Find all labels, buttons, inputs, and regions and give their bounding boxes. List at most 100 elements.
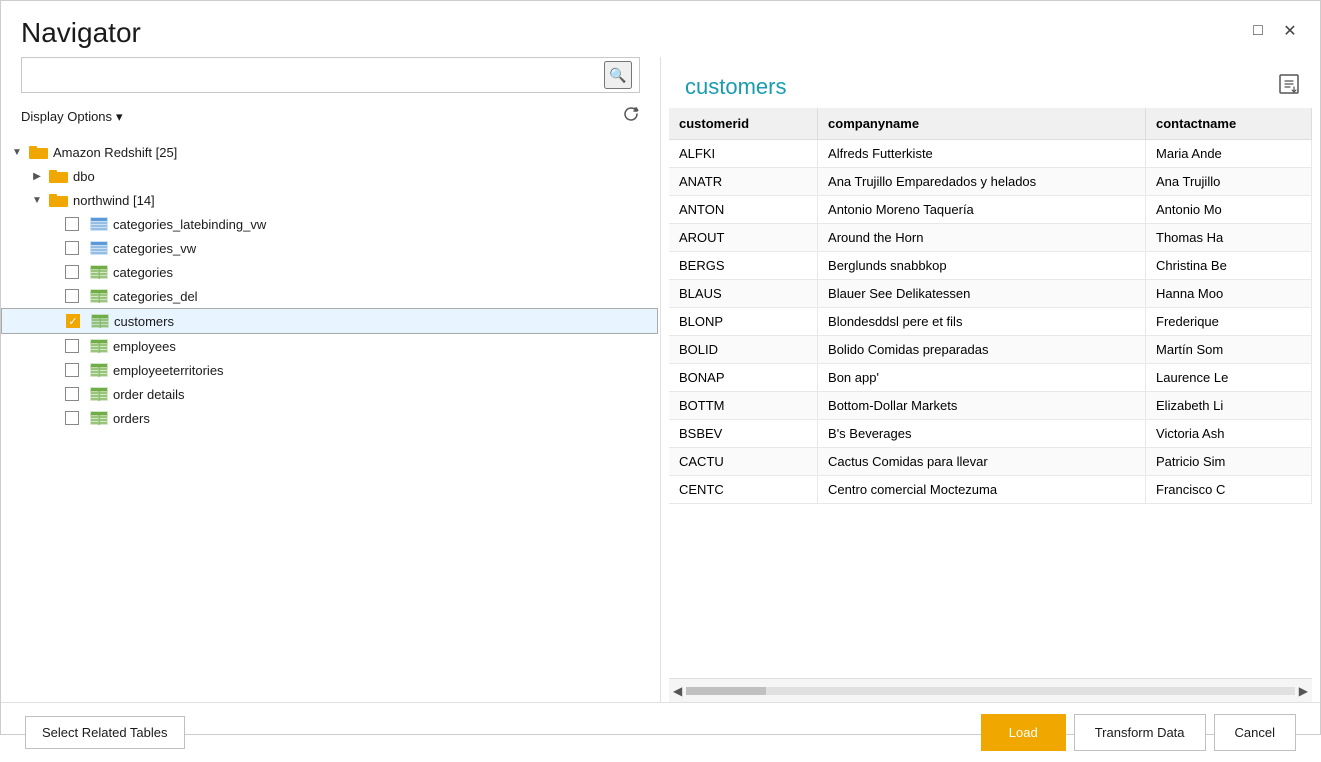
table-icon-orders bbox=[89, 410, 109, 426]
tree-item-northwind[interactable]: ▼ northwind [14] bbox=[1, 188, 658, 212]
tree-item-order-details[interactable]: ▶ order details bbox=[1, 382, 658, 406]
select-related-button[interactable]: Select Related Tables bbox=[25, 716, 185, 749]
folder-icon-amazon bbox=[29, 144, 49, 160]
table-icon-employees bbox=[89, 338, 109, 354]
table-cell: ALFKI bbox=[669, 140, 818, 168]
table-row: ANATRAna Trujillo Emparedados y heladosA… bbox=[669, 168, 1312, 196]
scroll-track bbox=[686, 687, 1295, 695]
tree-item-amazon[interactable]: ▼ Amazon Redshift [25] bbox=[1, 140, 658, 164]
export-button[interactable] bbox=[1278, 73, 1300, 100]
table-cell: Patricio Sim bbox=[1146, 448, 1312, 476]
table-cell: Hanna Moo bbox=[1146, 280, 1312, 308]
tree-item-categories-del[interactable]: ▶ categories_del bbox=[1, 284, 658, 308]
table-cell: Martín Som bbox=[1146, 336, 1312, 364]
display-options-button[interactable]: Display Options ▾ bbox=[21, 109, 123, 125]
table-icon-categories bbox=[89, 264, 109, 280]
preview-header: customers bbox=[661, 57, 1320, 108]
tree-label-customers: customers bbox=[114, 314, 174, 329]
table-icon-categories-del bbox=[89, 288, 109, 304]
refresh-button[interactable] bbox=[622, 105, 640, 128]
tree-scroll[interactable]: ▼ Amazon Redshift [25] ▶ dbo ▼ bbox=[1, 140, 660, 698]
table-cell: Francisco C bbox=[1146, 476, 1312, 504]
checkbox-employees[interactable] bbox=[65, 339, 79, 353]
tree-label-categories-latebinding-vw: categories_latebinding_vw bbox=[113, 217, 266, 232]
checkbox-order-details[interactable] bbox=[65, 387, 79, 401]
table-icon-employeeterritories bbox=[89, 362, 109, 378]
tree-label-categories-del: categories_del bbox=[113, 289, 198, 304]
view-icon-categories-latebinding-vw bbox=[89, 216, 109, 232]
table-row: BOTTMBottom-Dollar MarketsElizabeth Li bbox=[669, 392, 1312, 420]
table-cell: Ana Trujillo Emparedados y helados bbox=[818, 168, 1146, 196]
search-button[interactable]: 🔍 bbox=[604, 61, 632, 89]
table-row: BERGSBerglunds snabbkopChristina Be bbox=[669, 252, 1312, 280]
checkbox-categories[interactable] bbox=[65, 265, 79, 279]
scroll-right-button[interactable]: ▶ bbox=[1299, 684, 1308, 698]
folder-icon-dbo bbox=[49, 168, 69, 184]
table-cell: Laurence Le bbox=[1146, 364, 1312, 392]
table-row: BSBEVB's BeveragesVictoria Ash bbox=[669, 420, 1312, 448]
table-row: CENTCCentro comercial MoctezumaFrancisco… bbox=[669, 476, 1312, 504]
window-controls: □ ✕ bbox=[1248, 17, 1300, 41]
table-row: AROUTAround the HornThomas Ha bbox=[669, 224, 1312, 252]
expand-arrow-amazon: ▼ bbox=[9, 144, 25, 160]
table-cell: Blondesddsl pere et fils bbox=[818, 308, 1146, 336]
checkbox-orders[interactable] bbox=[65, 411, 79, 425]
scroll-left-button[interactable]: ◀ bbox=[673, 684, 682, 698]
tree-label-northwind: northwind [14] bbox=[73, 193, 155, 208]
left-panel: 🔍 Display Options ▾ ▼ bbox=[1, 57, 661, 702]
cancel-button[interactable]: Cancel bbox=[1214, 714, 1296, 751]
folder-icon-northwind bbox=[49, 192, 69, 208]
tree-item-employeeterritories[interactable]: ▶ employeeterritories bbox=[1, 358, 658, 382]
main-layout: 🔍 Display Options ▾ ▼ bbox=[1, 57, 1320, 702]
title-bar: Navigator □ ✕ bbox=[1, 1, 1320, 57]
table-cell: ANTON bbox=[669, 196, 818, 224]
scroll-thumb bbox=[686, 687, 766, 695]
table-row: ALFKIAlfreds FutterkisteMaria Ande bbox=[669, 140, 1312, 168]
page-title: Navigator bbox=[21, 17, 141, 49]
checkbox-employeeterritories[interactable] bbox=[65, 363, 79, 377]
tree-label-orders: orders bbox=[113, 411, 150, 426]
table-cell: Centro comercial Moctezuma bbox=[818, 476, 1146, 504]
table-cell: B's Beverages bbox=[818, 420, 1146, 448]
table-cell: Elizabeth Li bbox=[1146, 392, 1312, 420]
table-cell: Bon app' bbox=[818, 364, 1146, 392]
maximize-button[interactable]: □ bbox=[1248, 21, 1268, 41]
checkbox-categories-del[interactable] bbox=[65, 289, 79, 303]
checkbox-categories-latebinding-vw[interactable] bbox=[65, 217, 79, 231]
tree-item-customers[interactable]: ▶ ✓ customers bbox=[1, 308, 658, 334]
tree-label-employees: employees bbox=[113, 339, 176, 354]
close-button[interactable]: ✕ bbox=[1280, 21, 1300, 41]
tree-item-dbo[interactable]: ▶ dbo bbox=[1, 164, 658, 188]
tree-item-categories-latebinding-vw[interactable]: ▶ categories_latebinding_vw bbox=[1, 212, 658, 236]
table-cell: Frederique bbox=[1146, 308, 1312, 336]
table-row: ANTONAntonio Moreno TaqueríaAntonio Mo bbox=[669, 196, 1312, 224]
tree-item-employees[interactable]: ▶ employees bbox=[1, 334, 658, 358]
bottom-bar: Select Related Tables Load Transform Dat… bbox=[1, 702, 1320, 762]
table-cell: CENTC bbox=[669, 476, 818, 504]
data-table-scroll[interactable]: customerid companyname contactname ALFKI… bbox=[669, 108, 1312, 678]
table-cell: BOTTM bbox=[669, 392, 818, 420]
action-buttons: Load Transform Data Cancel bbox=[981, 714, 1296, 751]
table-cell: Thomas Ha bbox=[1146, 224, 1312, 252]
tree-item-categories[interactable]: ▶ categories bbox=[1, 260, 658, 284]
table-row: BONAPBon app'Laurence Le bbox=[669, 364, 1312, 392]
checkbox-customers[interactable]: ✓ bbox=[66, 314, 80, 328]
table-cell: Blauer See Delikatessen bbox=[818, 280, 1146, 308]
table-cell: Maria Ande bbox=[1146, 140, 1312, 168]
tree-item-categories-vw[interactable]: ▶ categories_vw bbox=[1, 236, 658, 260]
tree-item-orders[interactable]: ▶ orders bbox=[1, 406, 658, 430]
search-input[interactable] bbox=[21, 57, 640, 93]
table-cell: BONAP bbox=[669, 364, 818, 392]
horizontal-scrollbar: ◀ ▶ bbox=[669, 678, 1312, 702]
table-row: BOLIDBolido Comidas preparadasMartín Som bbox=[669, 336, 1312, 364]
load-button[interactable]: Load bbox=[981, 714, 1066, 751]
checkbox-categories-vw[interactable] bbox=[65, 241, 79, 255]
transform-button[interactable]: Transform Data bbox=[1074, 714, 1206, 751]
tree-label-amazon: Amazon Redshift [25] bbox=[53, 145, 177, 160]
tree-label-categories-vw: categories_vw bbox=[113, 241, 196, 256]
tree-container: ▼ Amazon Redshift [25] ▶ dbo ▼ bbox=[1, 136, 660, 702]
table-cell: BERGS bbox=[669, 252, 818, 280]
tree-label-employeeterritories: employeeterritories bbox=[113, 363, 224, 378]
table-cell: Berglunds snabbkop bbox=[818, 252, 1146, 280]
table-cell: ANATR bbox=[669, 168, 818, 196]
